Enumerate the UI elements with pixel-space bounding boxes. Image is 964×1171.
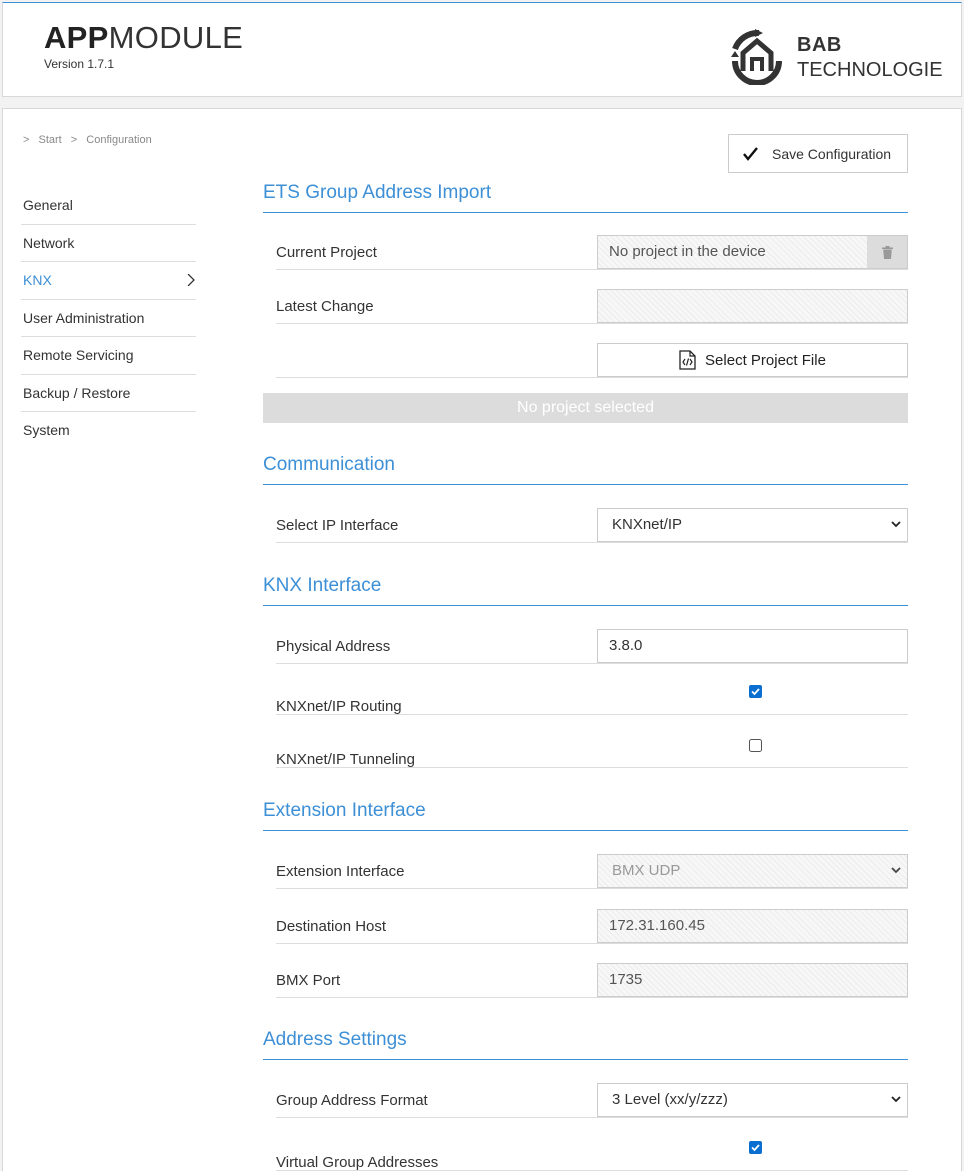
breadcrumb-start-link[interactable]: Start: [39, 134, 62, 146]
project-status-bar: No project selected: [263, 393, 908, 423]
bmx-port-input[interactable]: 1735: [597, 963, 908, 997]
brand-name-line2: TECHNOLOGIE: [797, 59, 943, 81]
current-project-value: No project in the device: [609, 243, 766, 260]
row-current-project: Current Project No project in the device: [276, 235, 908, 270]
physical-address-label: Physical Address: [276, 638, 391, 655]
app-header: APPMODULE Version 1.7.1 BAB TECHNOLOGIE: [2, 2, 962, 97]
code-file-icon: [679, 350, 696, 370]
row-virtual-group-addresses: Virtual Group Addresses: [276, 1136, 908, 1171]
group-address-format-select[interactable]: 3 Level (xx/y/zzz): [597, 1083, 908, 1117]
extension-interface-select[interactable]: BMX UDP: [597, 854, 908, 888]
sidebar-item-network[interactable]: Network: [21, 225, 196, 262]
sidebar-item-general[interactable]: General: [21, 187, 196, 225]
save-configuration-button[interactable]: Save Configuration: [728, 134, 908, 173]
section-title-knx-interface: KNX Interface: [263, 575, 908, 606]
save-button-label: Save Configuration: [772, 145, 892, 162]
latest-change-label: Latest Change: [276, 298, 374, 315]
physical-address-input[interactable]: 3.8.0: [597, 629, 908, 663]
chevron-right-icon: [187, 274, 195, 286]
row-extension-interface: Extension Interface BMX UDP: [276, 854, 908, 889]
checkmark-icon: [743, 146, 758, 161]
bmx-port-label: BMX Port: [276, 972, 341, 989]
main-panel: > Start > Configuration General Network …: [2, 108, 962, 1171]
chevron-down-icon: [891, 521, 901, 528]
sidebar-item-remote-servicing[interactable]: Remote Servicing: [21, 337, 196, 375]
chevron-down-icon: [891, 867, 901, 874]
extension-interface-value: BMX UDP: [612, 862, 681, 879]
current-project-field: No project in the device: [597, 235, 908, 269]
sidebar-nav: General Network KNX User Administration …: [21, 187, 196, 450]
brand-logo: BAB TECHNOLOGIE: [725, 25, 945, 85]
destination-host-input[interactable]: 172.31.160.45: [597, 909, 908, 943]
chevron-down-icon: [891, 1096, 901, 1103]
section-title-address-settings: Address Settings: [263, 1029, 908, 1060]
knxnet-routing-checkbox[interactable]: [749, 685, 762, 698]
knxnet-routing-label: KNXnet/IP Routing: [276, 698, 402, 715]
ip-interface-value: KNXnet/IP: [612, 516, 683, 533]
latest-change-field: [597, 289, 908, 323]
knxnet-tunneling-checkbox[interactable]: [749, 739, 762, 752]
virtual-group-addresses-label: Virtual Group Addresses: [276, 1154, 439, 1171]
breadcrumb-separator: >: [23, 134, 30, 146]
sidebar-item-knx[interactable]: KNX: [21, 262, 196, 300]
section-title-extension-interface: Extension Interface: [263, 800, 908, 831]
destination-host-label: Destination Host: [276, 918, 387, 935]
row-latest-change: Latest Change: [276, 289, 908, 324]
row-group-address-format: Group Address Format 3 Level (xx/y/zzz): [276, 1083, 908, 1118]
app-version: Version 1.7.1: [44, 57, 115, 71]
sidebar-item-system[interactable]: System: [21, 412, 196, 450]
breadcrumb-separator: >: [70, 134, 78, 146]
breadcrumb: > Start > Configuration: [23, 134, 158, 146]
extension-interface-label: Extension Interface: [276, 863, 405, 880]
trash-icon: [881, 245, 893, 259]
row-select-file: Select Project File: [276, 343, 908, 378]
brand-name-line1: BAB: [797, 34, 842, 56]
sidebar-item-user-administration[interactable]: User Administration: [21, 300, 196, 337]
brand-logo-text: BAB TECHNOLOGIE: [797, 33, 943, 83]
ip-interface-label: Select IP Interface: [276, 517, 399, 534]
row-bmx-port: BMX Port 1735: [276, 963, 908, 998]
house-cycle-icon: [731, 29, 782, 85]
knxnet-tunneling-label: KNXnet/IP Tunneling: [276, 751, 415, 768]
row-physical-address: Physical Address 3.8.0: [276, 629, 908, 664]
virtual-group-addresses-checkbox[interactable]: [749, 1141, 762, 1154]
row-destination-host: Destination Host 172.31.160.45: [276, 909, 908, 944]
app-title: APPMODULE: [44, 20, 243, 56]
sidebar-item-backup-restore[interactable]: Backup / Restore: [21, 375, 196, 412]
row-ip-interface: Select IP Interface KNXnet/IP: [276, 508, 908, 543]
section-title-ets-import: ETS Group Address Import: [263, 182, 908, 213]
row-knxnet-routing: KNXnet/IP Routing: [276, 680, 908, 715]
app-title-bold: APP: [44, 20, 109, 55]
app-title-light: MODULE: [108, 20, 244, 55]
sidebar-item-label: KNX: [23, 272, 52, 288]
section-title-communication: Communication: [263, 454, 908, 485]
group-address-format-value: 3 Level (xx/y/zzz): [612, 1091, 728, 1108]
delete-project-button[interactable]: [867, 236, 907, 268]
select-project-file-label: Select Project File: [705, 351, 826, 369]
breadcrumb-current: Configuration: [86, 134, 152, 146]
row-knxnet-tunneling: KNXnet/IP Tunneling: [276, 733, 908, 768]
select-project-file-button[interactable]: Select Project File: [597, 343, 908, 377]
ip-interface-select[interactable]: KNXnet/IP: [597, 508, 908, 542]
group-address-format-label: Group Address Format: [276, 1092, 428, 1109]
current-project-label: Current Project: [276, 244, 377, 261]
